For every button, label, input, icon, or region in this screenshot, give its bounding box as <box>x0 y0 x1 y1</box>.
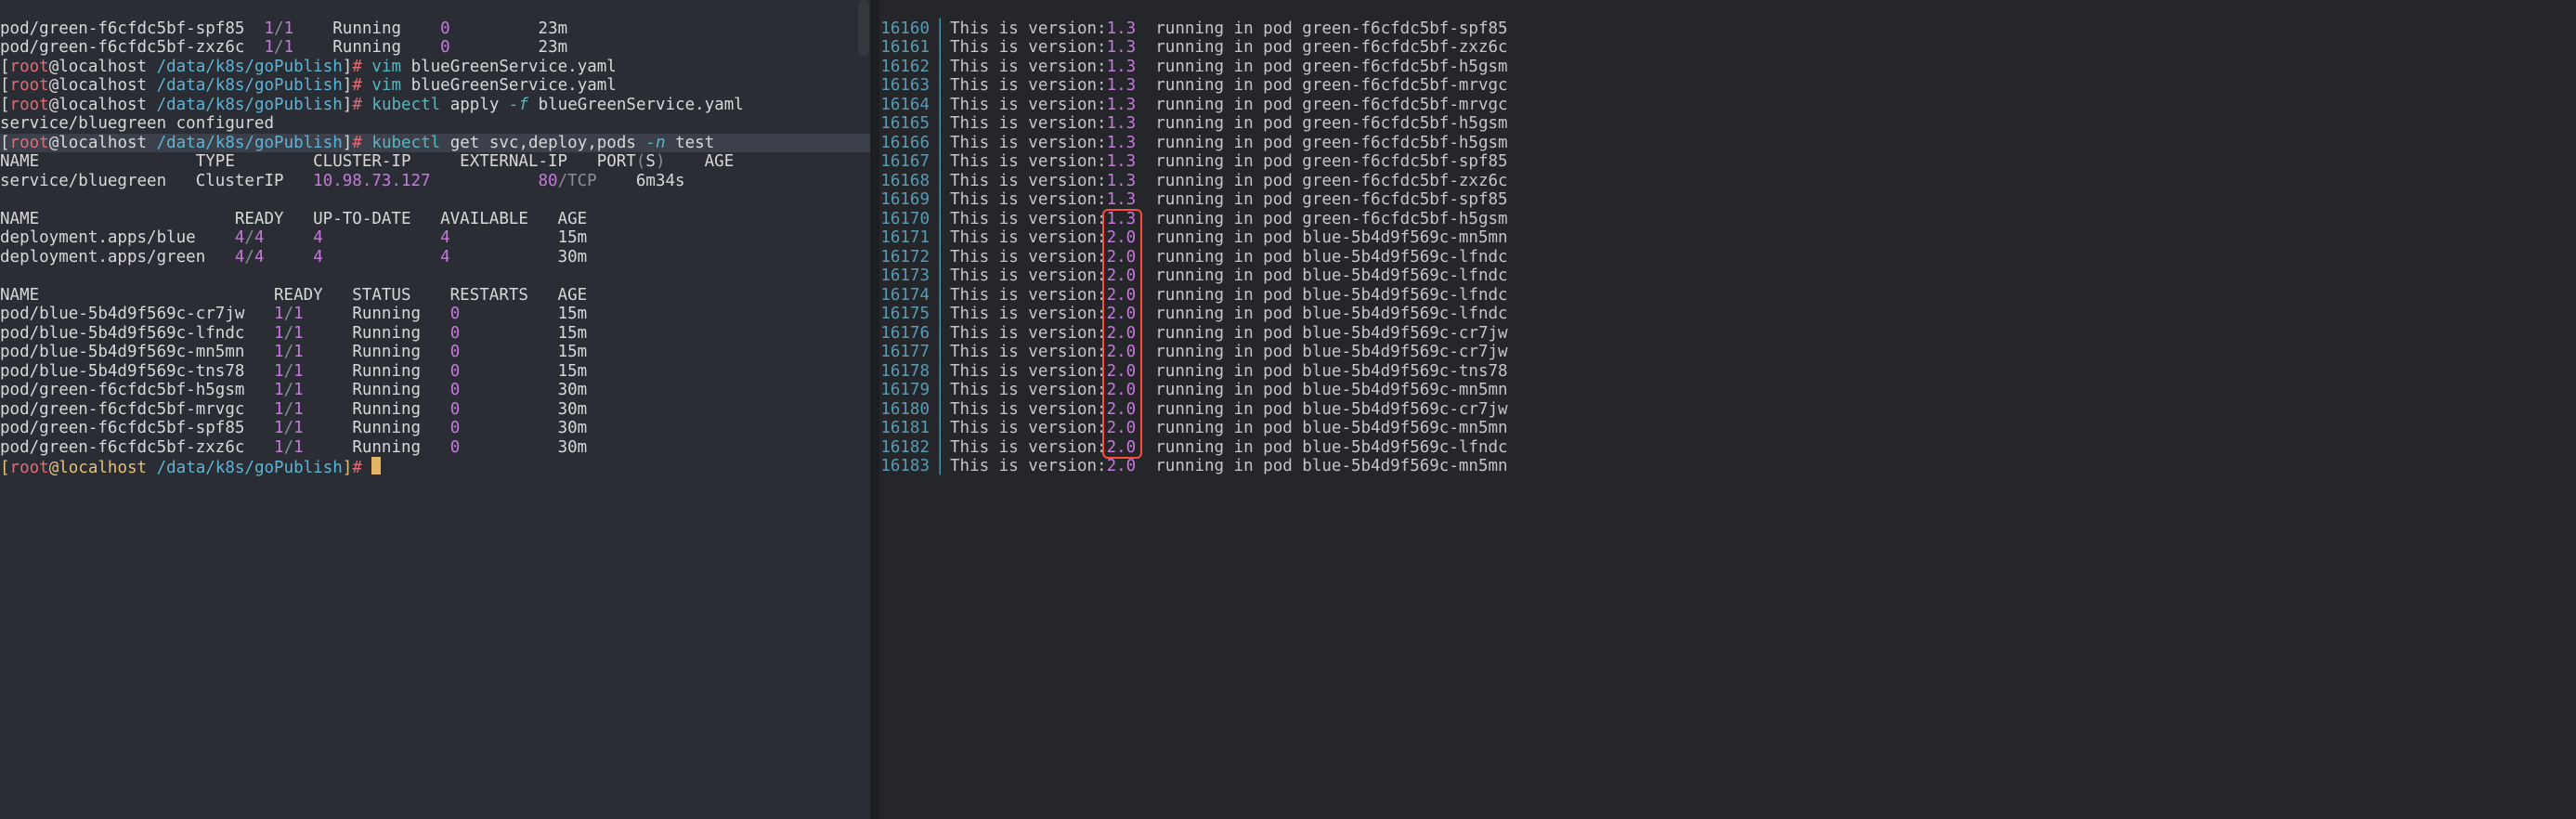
log-line: 16182│This is version:2.0 running in pod… <box>879 438 2576 458</box>
log-line: 16172│This is version:2.0 running in pod… <box>879 248 2576 267</box>
command-line-active: [root@localhost /data/k8s/goPublish]# ku… <box>0 134 870 153</box>
line-number: 16173 <box>879 266 935 286</box>
log-line: 16166│This is version:1.3 running in pod… <box>879 134 2576 153</box>
log-line: 16161│This is version:1.3 running in pod… <box>879 38 2576 58</box>
line-number: 16167 <box>879 152 935 172</box>
line-number: 16164 <box>879 96 935 115</box>
line-number: 16170 <box>879 210 935 229</box>
line-number: 16172 <box>879 248 935 267</box>
command-line: [root@localhost /data/k8s/goPublish]# vi… <box>0 58 870 77</box>
log-line: 16176│This is version:2.0 running in pod… <box>879 324 2576 344</box>
line-number: 16175 <box>879 305 935 324</box>
scrollbar-left[interactable] <box>858 0 869 56</box>
command-line: [root@localhost /data/k8s/goPublish]# vi… <box>0 76 870 96</box>
table-row: deployment.apps/green 4/4 4 4 30m <box>0 248 870 267</box>
cursor <box>371 457 381 474</box>
output-line: pod/green-f6cfdc5bf-spf85 1/1 Running 0 … <box>0 20 870 39</box>
line-number: 16177 <box>879 343 935 362</box>
log-line: 16160│This is version:1.3 running in pod… <box>879 20 2576 39</box>
line-number: 16183 <box>879 457 935 476</box>
terminal-right[interactable]: 16160│This is version:1.3 running in pod… <box>879 0 2576 819</box>
blank-line <box>0 190 870 210</box>
log-line: 16178│This is version:2.0 running in pod… <box>879 362 2576 382</box>
line-number: 16166 <box>879 134 935 153</box>
output-line: pod/green-f6cfdc5bf-zxz6c 1/1 Running 0 … <box>0 38 870 58</box>
log-line: 16163│This is version:1.3 running in pod… <box>879 76 2576 96</box>
log-line: 16170│This is version:1.3 running in pod… <box>879 210 2576 229</box>
table-header: NAME TYPE CLUSTER-IP EXTERNAL-IP PORT(S)… <box>0 152 870 172</box>
log-line: 16171│This is version:2.0 running in pod… <box>879 228 2576 248</box>
table-header: NAME READY STATUS RESTARTS AGE <box>0 286 870 306</box>
log-line: 16164│This is version:1.3 running in pod… <box>879 96 2576 115</box>
pane-divider[interactable] <box>870 0 879 819</box>
line-number: 16163 <box>879 76 935 96</box>
table-header: NAME READY UP-TO-DATE AVAILABLE AGE <box>0 210 870 229</box>
command-line: [root@localhost /data/k8s/goPublish]# ku… <box>0 96 870 115</box>
table-row: service/bluegreen ClusterIP 10.98.73.127… <box>0 172 870 191</box>
line-number: 16180 <box>879 400 935 420</box>
line-number: 16161 <box>879 38 935 58</box>
log-line: 16181│This is version:2.0 running in pod… <box>879 419 2576 438</box>
table-row: pod/green-f6cfdc5bf-h5gsm 1/1 Running 0 … <box>0 381 870 400</box>
table-row: pod/blue-5b4d9f569c-mn5mn 1/1 Running 0 … <box>0 343 870 362</box>
log-line: 16173│This is version:2.0 running in pod… <box>879 266 2576 286</box>
table-row: pod/blue-5b4d9f569c-cr7jw 1/1 Running 0 … <box>0 305 870 324</box>
line-number: 16165 <box>879 114 935 134</box>
log-line: 16169│This is version:1.3 running in pod… <box>879 190 2576 210</box>
terminal-left[interactable]: pod/green-f6cfdc5bf-spf85 1/1 Running 0 … <box>0 0 870 819</box>
log-line: 16183│This is version:2.0 running in pod… <box>879 457 2576 476</box>
line-number: 16174 <box>879 286 935 306</box>
table-row: pod/green-f6cfdc5bf-mrvgc 1/1 Running 0 … <box>0 400 870 420</box>
log-line: 16165│This is version:1.3 running in pod… <box>879 114 2576 134</box>
log-line: 16168│This is version:1.3 running in pod… <box>879 172 2576 191</box>
line-number: 16182 <box>879 438 935 458</box>
line-number: 16160 <box>879 20 935 39</box>
line-number: 16178 <box>879 362 935 382</box>
line-number: 16169 <box>879 190 935 210</box>
line-number: 16162 <box>879 58 935 77</box>
log-line: 16177│This is version:2.0 running in pod… <box>879 343 2576 362</box>
log-line: 16162│This is version:1.3 running in pod… <box>879 58 2576 77</box>
table-row: pod/blue-5b4d9f569c-tns78 1/1 Running 0 … <box>0 362 870 382</box>
log-line: 16174│This is version:2.0 running in pod… <box>879 286 2576 306</box>
log-line: 16167│This is version:1.3 running in pod… <box>879 152 2576 172</box>
prompt-current[interactable]: [root@localhost /data/k8s/goPublish]# <box>0 457 870 476</box>
log-line: 16175│This is version:2.0 running in pod… <box>879 305 2576 324</box>
table-row: deployment.apps/blue 4/4 4 4 15m <box>0 228 870 248</box>
line-number: 16171 <box>879 228 935 248</box>
log-line: 16180│This is version:2.0 running in pod… <box>879 400 2576 420</box>
output-line: service/bluegreen configured <box>0 114 870 134</box>
line-number: 16176 <box>879 324 935 344</box>
log-line: 16179│This is version:2.0 running in pod… <box>879 381 2576 400</box>
table-row: pod/blue-5b4d9f569c-lfndc 1/1 Running 0 … <box>0 324 870 344</box>
line-number: 16168 <box>879 172 935 191</box>
line-number: 16179 <box>879 381 935 400</box>
table-row: pod/green-f6cfdc5bf-zxz6c 1/1 Running 0 … <box>0 438 870 458</box>
table-row: pod/green-f6cfdc5bf-spf85 1/1 Running 0 … <box>0 419 870 438</box>
line-number: 16181 <box>879 419 935 438</box>
blank-line <box>0 266 870 286</box>
